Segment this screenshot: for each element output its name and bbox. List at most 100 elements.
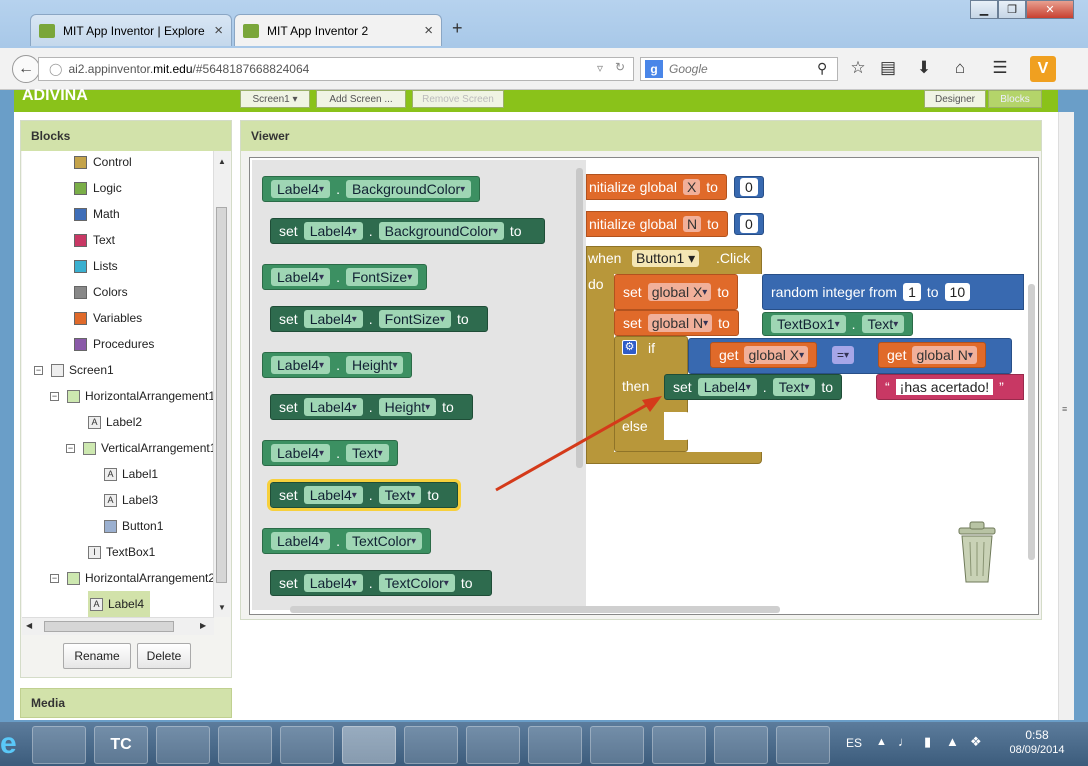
component-dropdown[interactable]: Label4: [303, 486, 363, 504]
tree-item-label4[interactable]: A Label4: [34, 591, 214, 617]
tree-item-label3[interactable]: A Label3: [34, 487, 214, 513]
taskbar-app-icon[interactable]: [404, 726, 458, 764]
tree-item-textbox1[interactable]: I TextBox1: [34, 539, 214, 565]
tree-item-label2[interactable]: A Label2: [34, 409, 214, 435]
component-dropdown[interactable]: Button1 ▾: [632, 250, 700, 267]
collapse-toggle[interactable]: −: [34, 365, 43, 375]
tray-arrow-icon[interactable]: ▲: [876, 736, 887, 748]
number-block[interactable]: 0: [734, 176, 764, 198]
property-dropdown[interactable]: Text: [772, 378, 816, 396]
tree-item-screen1[interactable]: − Screen1: [34, 357, 214, 383]
drawer-procedures[interactable]: Procedures: [74, 331, 154, 357]
add-screen-button[interactable]: Add Screen ...: [316, 90, 406, 108]
set-label4-text-block[interactable]: set Label4. Textto: [664, 374, 843, 400]
remove-screen-button[interactable]: Remove Screen: [412, 90, 504, 108]
taskbar-android-icon[interactable]: [652, 726, 706, 764]
set-global-n-block[interactable]: set global N to: [614, 310, 739, 336]
clock-time[interactable]: 0:58: [1008, 728, 1066, 742]
property-dropdown[interactable]: Height: [378, 398, 437, 416]
collapse-toggle[interactable]: −: [50, 391, 59, 401]
taskbar-computer-icon[interactable]: [714, 726, 768, 764]
scroll-right-icon[interactable]: ▶: [200, 621, 206, 630]
property-dropdown[interactable]: BackgroundColor: [378, 222, 504, 240]
component-dropdown[interactable]: Label4: [303, 222, 363, 240]
back-arrow-icon[interactable]: ←: [12, 55, 40, 83]
new-tab-button[interactable]: +: [452, 18, 463, 39]
download-icon[interactable]: ⬇: [912, 56, 936, 80]
get-global-x-block[interactable]: get global X: [710, 342, 818, 368]
drawer-logic[interactable]: Logic: [74, 175, 154, 201]
tree-horizontal-scrollbar[interactable]: ◀ ▶: [22, 617, 214, 635]
scroll-up-icon[interactable]: ▲: [218, 157, 226, 166]
menu-icon[interactable]: ☰: [988, 56, 1012, 80]
get-global-n-block[interactable]: get global N: [878, 342, 986, 368]
flyout-getter-fontsize[interactable]: Label4. FontSize: [262, 264, 428, 290]
scroll-left-icon[interactable]: ◀: [26, 621, 32, 630]
flyout-setter-text[interactable]: set Label4. Textto: [266, 479, 462, 511]
clock-date[interactable]: 08/09/2014: [1008, 744, 1066, 756]
component-dropdown[interactable]: Label4: [271, 268, 331, 286]
component-dropdown[interactable]: Label4: [303, 310, 363, 328]
drawer-math[interactable]: Math: [74, 201, 154, 227]
tree-item-button1[interactable]: Button1: [34, 513, 214, 539]
operator-dropdown[interactable]: =: [832, 346, 855, 364]
drawer-lists[interactable]: Lists: [74, 253, 154, 279]
workspace-horizontal-scrollbar[interactable]: [290, 606, 780, 613]
scroll-down-icon[interactable]: ▼: [218, 603, 226, 612]
string-value[interactable]: ¡has acertado!: [895, 379, 994, 395]
number-block[interactable]: 0: [734, 213, 764, 235]
dropbox-icon[interactable]: ❖: [970, 734, 982, 750]
taskbar-folder-icon[interactable]: [32, 726, 86, 764]
bookmarks-list-icon[interactable]: ▤: [876, 56, 900, 80]
battery-icon[interactable]: ▮: [924, 734, 931, 750]
bookmark-star-icon[interactable]: ☆: [846, 56, 870, 80]
rename-button[interactable]: Rename: [63, 643, 131, 669]
component-dropdown[interactable]: Label4: [271, 180, 331, 198]
variable-name[interactable]: N: [682, 216, 702, 232]
text-string-block[interactable]: “ ¡has acertado! ”: [876, 374, 1024, 400]
minimize-button[interactable]: ▁: [970, 0, 998, 19]
volume-icon[interactable]: ♩: [898, 734, 911, 749]
reload-icon[interactable]: ↻: [615, 60, 625, 74]
variable-dropdown[interactable]: global X: [647, 283, 712, 301]
component-dropdown[interactable]: Label4: [271, 532, 331, 550]
textbox1-text-getter[interactable]: TextBox1. Text: [762, 312, 914, 336]
blocks-workspace[interactable]: Label4. BackgroundColor set Label4. Backgro…: [249, 157, 1039, 615]
initialize-global-x-block[interactable]: nitialize global Xto: [586, 174, 727, 200]
flyout-getter-text[interactable]: Label4. Text: [262, 440, 398, 466]
flyout-getter-height[interactable]: Label4. Height: [262, 352, 413, 378]
scroll-thumb[interactable]: [216, 207, 227, 583]
tab-close-icon[interactable]: ×: [424, 22, 433, 39]
close-window-button[interactable]: ✕: [1026, 0, 1074, 19]
variable-dropdown[interactable]: global N: [912, 346, 977, 364]
workspace-vertical-scrollbar[interactable]: [1028, 284, 1035, 560]
number-value[interactable]: 1: [903, 283, 921, 301]
tree-item-horizontalarrangement2[interactable]: − HorizontalArrangement2: [34, 565, 214, 591]
component-dropdown[interactable]: Label4: [271, 356, 331, 374]
component-dropdown[interactable]: Label4: [303, 574, 363, 592]
tab-close-icon[interactable]: ×: [214, 22, 223, 39]
flyout-setter-backgroundcolor[interactable]: set Label4. BackgroundColor to: [270, 218, 545, 244]
drawer-text[interactable]: Text: [74, 227, 154, 253]
property-dropdown[interactable]: TextColor: [378, 574, 455, 592]
property-dropdown[interactable]: FontSize: [345, 268, 419, 286]
property-dropdown[interactable]: Height: [345, 356, 404, 374]
property-dropdown[interactable]: FontSize: [378, 310, 451, 328]
component-dropdown[interactable]: Label4: [697, 378, 757, 396]
tree-item-horizontalarrangement1[interactable]: − HorizontalArrangement1: [34, 383, 214, 409]
maximize-button[interactable]: ❐: [998, 0, 1026, 19]
component-dropdown[interactable]: Label4: [271, 444, 331, 462]
property-dropdown[interactable]: Text: [345, 444, 389, 462]
language-indicator[interactable]: ES: [846, 736, 862, 750]
tab-app-inventor[interactable]: MIT App Inventor 2 ×: [234, 14, 442, 46]
tree-vertical-scrollbar[interactable]: ▲ ▼: [213, 151, 230, 617]
taskbar-android-icon[interactable]: [776, 726, 830, 764]
flyout-getter-backgroundcolor[interactable]: Label4. BackgroundColor: [262, 176, 481, 202]
drawer-variables[interactable]: Variables: [74, 305, 154, 331]
gear-icon[interactable]: ⚙: [622, 340, 637, 355]
taskbar-app-icon[interactable]: [156, 726, 210, 764]
scroll-thumb[interactable]: [44, 621, 174, 632]
flyout-setter-height[interactable]: set Label4. Height to: [270, 394, 473, 420]
property-dropdown[interactable]: BackgroundColor: [345, 180, 472, 198]
property-dropdown[interactable]: Text: [861, 315, 905, 333]
